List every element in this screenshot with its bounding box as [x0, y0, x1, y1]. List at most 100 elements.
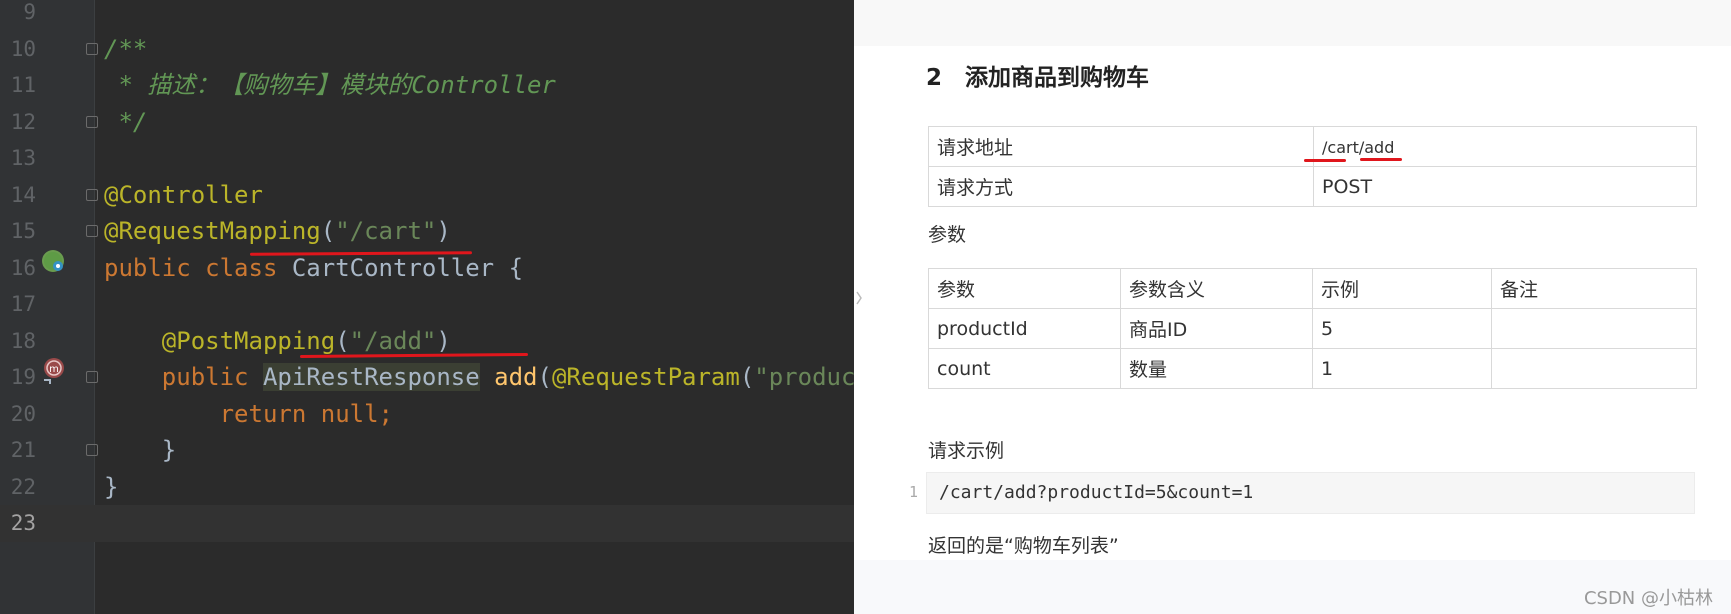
code-token: ( [739, 363, 755, 391]
code-token: @RequestParam [551, 363, 740, 391]
code-token: ( [335, 326, 350, 355]
info-value: POST [1313, 166, 1697, 207]
table-row: productId 商品ID 5 [928, 308, 1697, 349]
code-token: "/cart" [335, 217, 437, 245]
doc-top-band [854, 0, 1731, 46]
code-line[interactable]: 20 return null; [0, 396, 854, 433]
code-token: ) [436, 217, 451, 245]
fold-marker-icon[interactable] [86, 225, 98, 237]
table-row: 请求方式 POST [928, 166, 1697, 207]
table-cell [1491, 308, 1697, 349]
code-text[interactable]: public ApiRestResponse add(@RequestParam… [104, 359, 854, 395]
info-value: /cart/add [1304, 126, 1697, 167]
table-cell: productId [928, 308, 1121, 349]
code-token: } [104, 436, 177, 464]
spring-bean-icon[interactable] [42, 250, 64, 272]
table-cell: 1 [1312, 348, 1492, 389]
code-text[interactable]: * 描述：【购物车】模块的Controller [104, 67, 556, 103]
line-number: 19 [10, 365, 36, 389]
line-number: 20 [10, 401, 36, 426]
code-line[interactable]: 15 @RequestMapping("/cart") [0, 213, 854, 250]
code-token: * 描述：【购物车】模块的Controller [104, 71, 556, 99]
code-text[interactable]: @Controller [104, 177, 263, 213]
request-example-label: 请求示例 [928, 440, 1005, 462]
col-header: 参数含义 [1120, 268, 1313, 309]
fold-marker-icon[interactable] [86, 115, 98, 128]
code-line[interactable]: 19 public ApiRestResponse add(@RequestPa… [0, 359, 854, 396]
code-token: } [104, 472, 119, 501]
line-number: 13 [10, 146, 36, 170]
code-line[interactable]: 10 /** [0, 31, 854, 68]
code-token: add [494, 363, 538, 391]
code-token: @RequestMapping [104, 217, 321, 245]
url-underline-1 [1304, 159, 1346, 162]
code-line[interactable]: 9 [0, 0, 854, 31]
code-token: /** [104, 34, 148, 63]
line-number: 12 [10, 109, 36, 134]
col-header: 示例 [1312, 268, 1492, 309]
code-text[interactable]: /** [104, 31, 147, 67]
section-title: 2 添加商品到购物车 [926, 65, 1150, 91]
info-key: 请求方式 [928, 166, 1314, 207]
code-line[interactable]: 17 [0, 286, 854, 323]
code-token: CartController { [291, 253, 524, 282]
code-line[interactable]: 14 @Controller [0, 177, 854, 214]
code-line[interactable]: 22} [0, 469, 854, 506]
code-text[interactable]: */ [104, 104, 147, 140]
request-example-codeblock[interactable]: 1 /cart/add?productId=5&count=1 [909, 472, 1695, 514]
code-token: public class [104, 253, 292, 282]
line-number: 21 [10, 438, 36, 462]
request-info-table: 请求地址 /cart/add 请求方式 POST [928, 126, 1697, 207]
col-header: 参数 [928, 268, 1121, 309]
code-token: */ [104, 107, 148, 136]
fold-marker-icon[interactable] [86, 42, 98, 55]
table-cell: 5 [1312, 308, 1492, 349]
params-table: 参数 参数含义 示例 备注 productId 商品ID 5 count 数量 … [928, 268, 1697, 389]
pane-splitter-handle[interactable] [854, 258, 864, 338]
return-text: 返回的是“购物车列表” [928, 535, 1119, 557]
table-cell: 数量 [1120, 348, 1313, 389]
code-text[interactable]: @RequestMapping("/cart") [104, 213, 451, 249]
table-cell [1491, 348, 1697, 389]
svg-text:m: m [49, 364, 59, 375]
params-label: 参数 [928, 224, 967, 246]
code-token: public [161, 363, 263, 391]
line-number: 15 [10, 219, 36, 243]
code-editor[interactable]: 9 10/** 11 * 描述：【购物车】模块的Controller 12 */13 1… [0, 0, 854, 614]
table-cell: count [928, 348, 1121, 389]
info-key: 请求地址 [928, 126, 1314, 167]
code-line[interactable]: 13 [0, 140, 854, 177]
code-line[interactable]: 16 public class CartController { [0, 250, 854, 287]
fold-marker-icon[interactable] [86, 444, 98, 456]
table-header-row: 参数 参数含义 示例 备注 [928, 268, 1697, 309]
code-line[interactable]: 23 [0, 505, 854, 542]
code-token: ( [320, 217, 336, 245]
line-number: 10 [10, 36, 36, 61]
code-token: "productId [754, 363, 854, 391]
request-mapping-icon[interactable]: m [42, 356, 64, 384]
code-line[interactable]: 12 */ [0, 104, 854, 141]
code-line[interactable]: 11 * 描述：【购物车】模块的Controller [0, 67, 854, 104]
fold-marker-icon[interactable] [86, 188, 98, 201]
request-example-code: /cart/add?productId=5&count=1 [939, 482, 1254, 503]
code-token: "/add" [349, 326, 437, 355]
url-underline-2 [1360, 158, 1402, 161]
line-number: 22 [10, 474, 36, 499]
col-header: 备注 [1491, 268, 1697, 309]
code-text[interactable]: } [104, 432, 176, 468]
table-cell: 商品ID [1120, 308, 1313, 349]
fold-marker-icon[interactable] [86, 371, 98, 383]
line-number: 16 [10, 255, 36, 280]
code-text[interactable]: @PostMapping("/add") [104, 323, 451, 359]
line-number: 18 [10, 328, 36, 353]
line-number: 9 [23, 0, 36, 24]
code-line[interactable]: 21 } [0, 432, 854, 469]
code-token: return null; [219, 399, 393, 428]
code-text[interactable]: } [104, 469, 118, 505]
line-number: 17 [10, 292, 36, 316]
code-text[interactable]: return null; [104, 396, 393, 432]
